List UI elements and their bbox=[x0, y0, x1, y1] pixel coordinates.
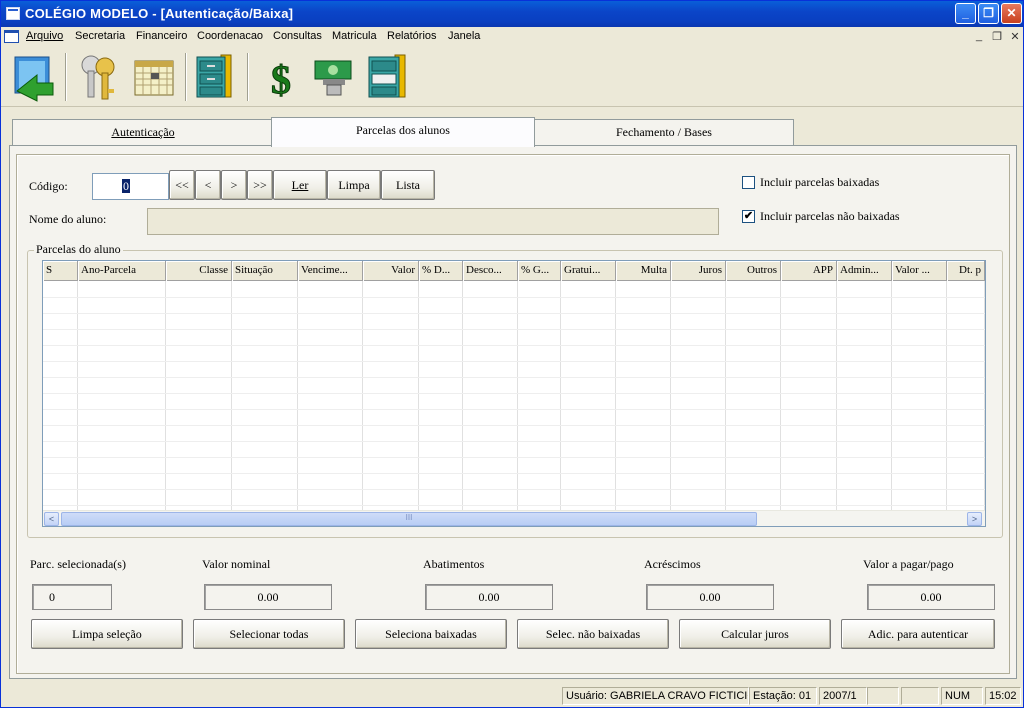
status-blank-2 bbox=[901, 687, 939, 705]
nome-aluno-label: Nome do aluno: bbox=[29, 212, 107, 226]
incluir-baixadas-label: Incluir parcelas baixadas bbox=[760, 175, 880, 189]
maximize-button[interactable]: ❐ bbox=[978, 3, 999, 24]
valor-nominal-value: 0.00 bbox=[204, 584, 332, 610]
codigo-label: Código: bbox=[29, 179, 68, 193]
menu-janela[interactable]: Janela bbox=[448, 30, 480, 42]
nome-aluno-field bbox=[147, 208, 719, 235]
col-outros[interactable]: Outros bbox=[726, 261, 781, 281]
col-valor[interactable]: Valor bbox=[363, 261, 419, 281]
last-button[interactable]: >> bbox=[247, 170, 273, 200]
tab-fechamento[interactable]: Fechamento / Bases bbox=[534, 119, 794, 145]
col-admin[interactable]: Admin... bbox=[837, 261, 892, 281]
tab-parcelas[interactable]: Parcelas dos alunos bbox=[271, 117, 535, 147]
status-num: NUM bbox=[941, 687, 983, 705]
status-blank-1 bbox=[867, 687, 899, 705]
codigo-input[interactable]: 0 bbox=[92, 173, 169, 200]
status-periodo: 2007/1 bbox=[819, 687, 867, 705]
valor-pagar-label: Valor a pagar/pago bbox=[863, 557, 954, 571]
window-title: COLÉGIO MODELO - [Autenticação/Baixa] bbox=[25, 6, 294, 21]
form-frame: Código: 0 << < > >> Ler Limpa Lista Incl… bbox=[16, 154, 1010, 674]
limpa-selecao-button[interactable]: Limpa seleção bbox=[31, 619, 183, 649]
dollar-glyph: $ bbox=[271, 57, 291, 102]
close-button[interactable]: ✕ bbox=[1001, 3, 1022, 24]
col-pct-desconto[interactable]: % D... bbox=[419, 261, 463, 281]
file-cabinet-open-icon[interactable] bbox=[363, 51, 413, 103]
parcelas-grid[interactable]: S Ano-Parcela Classe Situação Vencime...… bbox=[42, 260, 986, 527]
ler-button[interactable]: Ler bbox=[273, 170, 327, 200]
next-button[interactable]: > bbox=[221, 170, 247, 200]
lista-button[interactable]: Lista bbox=[381, 170, 435, 200]
grid-header: S Ano-Parcela Classe Situação Vencime...… bbox=[43, 261, 985, 281]
status-usuario: Usuário: GABRIELA CRAVO FICTICIO bbox=[562, 687, 749, 705]
parc-selecionadas-label: Parc. selecionada(s) bbox=[30, 557, 126, 571]
calcular-juros-button[interactable]: Calcular juros bbox=[679, 619, 831, 649]
parc-selecionadas-value: 0 bbox=[32, 584, 112, 610]
tab-autenticacao[interactable]: Autenticação bbox=[12, 119, 274, 145]
col-gratuidade[interactable]: Gratui... bbox=[561, 261, 616, 281]
col-desconto[interactable]: Desco... bbox=[463, 261, 518, 281]
status-estacao: Estação: 01 bbox=[749, 687, 817, 705]
menu-bar: Arquivo Secretaria Financeiro Coordenaca… bbox=[1, 27, 1023, 46]
col-valor-pagar[interactable]: Valor ... bbox=[892, 261, 947, 281]
valor-nominal-label: Valor nominal bbox=[202, 557, 271, 571]
first-button[interactable]: << bbox=[169, 170, 195, 200]
menu-matricula[interactable]: Matricula bbox=[332, 30, 377, 42]
col-s[interactable]: S bbox=[43, 261, 78, 281]
scroll-right-button[interactable]: > bbox=[967, 512, 982, 526]
incluir-nao-baixadas-checkbox[interactable]: ✔ bbox=[742, 210, 755, 223]
incluir-baixadas-checkbox[interactable] bbox=[742, 176, 755, 189]
calendar-icon[interactable] bbox=[129, 51, 179, 103]
col-dt-pagamento[interactable]: Dt. p bbox=[947, 261, 985, 281]
seleciona-baixadas-button[interactable]: Seleciona baixadas bbox=[355, 619, 507, 649]
col-classe[interactable]: Classe bbox=[166, 261, 232, 281]
menu-arquivo[interactable]: Arquivo bbox=[26, 30, 63, 42]
prev-button[interactable]: < bbox=[195, 170, 221, 200]
dollar-icon[interactable]: $ bbox=[257, 51, 307, 103]
menu-secretaria[interactable]: Secretaria bbox=[75, 30, 125, 42]
status-time: 15:02 bbox=[985, 687, 1021, 705]
col-situacao[interactable]: Situação bbox=[232, 261, 298, 281]
abatimentos-label: Abatimentos bbox=[423, 557, 485, 571]
limpa-button[interactable]: Limpa bbox=[327, 170, 381, 200]
scroll-left-button[interactable]: < bbox=[44, 512, 59, 526]
selecionar-todas-button[interactable]: Selecionar todas bbox=[193, 619, 345, 649]
col-ano-parcela[interactable]: Ano-Parcela bbox=[78, 261, 166, 281]
document-icon[interactable] bbox=[4, 30, 19, 43]
tab-area: Autenticação Parcelas dos alunos Fechame… bbox=[9, 117, 1017, 679]
exit-icon[interactable] bbox=[9, 51, 59, 103]
acrescimos-label: Acréscimos bbox=[644, 557, 701, 571]
title-bar: COLÉGIO MODELO - [Autenticação/Baixa] _ … bbox=[1, 1, 1023, 27]
col-juros[interactable]: Juros bbox=[671, 261, 726, 281]
main-window: COLÉGIO MODELO - [Autenticação/Baixa] _ … bbox=[0, 0, 1024, 708]
toolbar: $ bbox=[1, 47, 1023, 107]
status-bar: Usuário: GABRIELA CRAVO FICTICIO Estação… bbox=[1, 685, 1023, 707]
menu-financeiro[interactable]: Financeiro bbox=[136, 30, 187, 42]
selec-nao-baixadas-button[interactable]: Selec. não baixadas bbox=[517, 619, 669, 649]
adic-autenticar-button[interactable]: Adic. para autenticar bbox=[841, 619, 995, 649]
col-vencimento[interactable]: Vencime... bbox=[298, 261, 363, 281]
mdi-minimize-button[interactable]: _ bbox=[971, 30, 987, 42]
file-cabinet-icon[interactable] bbox=[191, 51, 241, 103]
menu-consultas[interactable]: Consultas bbox=[273, 30, 322, 42]
app-icon bbox=[6, 7, 20, 20]
tab-panel: Código: 0 << < > >> Ler Limpa Lista Incl… bbox=[9, 145, 1017, 679]
incluir-nao-baixadas-label: Incluir parcelas não baixadas bbox=[760, 209, 900, 223]
abatimentos-value: 0.00 bbox=[425, 584, 553, 610]
keys-icon[interactable] bbox=[75, 51, 125, 103]
minimize-button[interactable]: _ bbox=[955, 3, 976, 24]
acrescimos-value: 0.00 bbox=[646, 584, 774, 610]
col-app[interactable]: APP bbox=[781, 261, 837, 281]
parcelas-group-title: Parcelas do aluno bbox=[34, 242, 123, 257]
grid-horizontal-scrollbar[interactable]: < III > bbox=[43, 510, 985, 526]
scroll-thumb[interactable]: III bbox=[61, 512, 757, 526]
money-icon[interactable] bbox=[309, 51, 359, 103]
col-pct-gratuidade[interactable]: % G... bbox=[518, 261, 561, 281]
menu-coordenacao[interactable]: Coordenacao bbox=[197, 30, 263, 42]
col-multa[interactable]: Multa bbox=[616, 261, 671, 281]
mdi-restore-button[interactable]: ❐ bbox=[989, 30, 1005, 43]
menu-relatorios[interactable]: Relatórios bbox=[387, 30, 437, 42]
mdi-close-button[interactable]: ✕ bbox=[1007, 30, 1023, 43]
valor-pagar-value: 0.00 bbox=[867, 584, 995, 610]
